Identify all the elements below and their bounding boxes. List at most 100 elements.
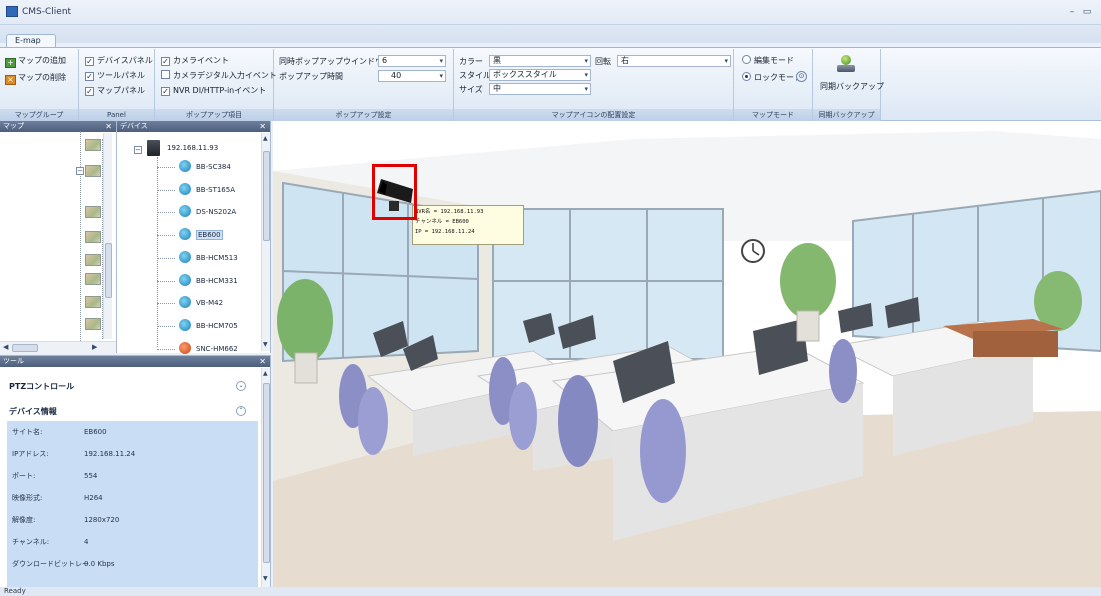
rotate-label: 回転 <box>595 57 611 66</box>
restore-icon[interactable]: ▭ <box>1081 7 1093 17</box>
icon-placement-label: マップアイコンの配置設定 <box>454 109 733 121</box>
checkbox-checked-icon: ✓ <box>161 57 170 66</box>
title-bar: CMS-Client – ▭ <box>0 0 1101 25</box>
map-panel-checkbox[interactable]: ✓ マップパネル <box>85 84 145 97</box>
ribbon: + マップの追加 × マップの削除 マップグループ ✓ デバイスパネル ✓ ツールパネル… <box>0 47 1101 121</box>
map-thumbnail[interactable] <box>85 139 101 151</box>
camera-icon <box>179 273 191 286</box>
device-tree-item[interactable]: BB-HCM331 <box>157 273 238 289</box>
device-info-row: 解像度: 1280x720 <box>7 509 258 531</box>
nvr-ip-label[interactable]: 192.168.11.93 <box>167 140 218 156</box>
nvr-event-checkbox[interactable]: ✓ NVR DI/HTTP-inイベント <box>161 84 266 97</box>
info-key: サイト名: <box>12 428 43 436</box>
map-thumbnail[interactable] <box>85 318 101 330</box>
device-tree-item[interactable]: VB-M42 <box>157 295 223 311</box>
device-tree-item[interactable]: EB600 <box>157 227 223 243</box>
scroll-left-icon[interactable]: ◀ <box>3 343 8 351</box>
sync-backup-button[interactable]: 同期バックアップ <box>820 80 884 93</box>
scroll-up-icon[interactable]: ▲ <box>263 135 268 142</box>
info-key: 映像形式: <box>12 494 43 502</box>
device-info-row: 映像形式: H264 <box>7 487 258 509</box>
close-icon[interactable]: ✕ <box>105 121 112 132</box>
camera-icon <box>179 160 191 172</box>
app-window: CMS-Client – ▭ E-map + マップの追加 × マップの削除 マップ… <box>0 0 1101 596</box>
camera-event-checkbox[interactable]: ✓ カメライベント <box>161 54 229 67</box>
camera-digital-input-checkbox[interactable]: カメラデジタル入力イベント <box>161 69 277 82</box>
sync-backup-icon[interactable] <box>836 55 856 73</box>
camera-icon <box>179 228 191 241</box>
device-tree-item[interactable]: BB-HCM513 <box>157 250 238 266</box>
device-panel-checkbox[interactable]: ✓ デバイスパネル <box>85 54 153 67</box>
popup-settings-group: 同時ポップアップウインドウ数 6 ▾ ポップアップ時間 40 ▾ ポップアップ設定 <box>274 49 454 121</box>
map-thumbnail[interactable] <box>85 206 101 218</box>
scroll-thumb[interactable] <box>12 344 38 352</box>
popup-time-select[interactable]: 40 ▾ <box>378 70 446 82</box>
scroll-thumb[interactable] <box>105 243 112 298</box>
info-key: 解像度: <box>12 516 36 524</box>
lock-mode-settings-icon[interactable]: ⊙ <box>796 71 807 82</box>
map-thumbnail[interactable] <box>85 273 101 285</box>
style-label: スタイル <box>459 71 491 80</box>
scroll-up-icon[interactable]: ▲ <box>263 370 268 377</box>
minimize-icon[interactable]: – <box>1066 7 1078 17</box>
size-select[interactable]: 中 ▾ <box>489 83 591 95</box>
camera-icon <box>179 250 191 263</box>
map-thumbnail[interactable] <box>85 254 101 266</box>
chevron-down-double-icon[interactable]: ⌄ <box>236 381 246 391</box>
chevron-down-icon: ▾ <box>724 57 728 65</box>
color-select[interactable]: 黒 ▾ <box>489 55 591 67</box>
scroll-down-icon[interactable]: ▼ <box>263 341 268 348</box>
popup-items-label: ポップアップ項目 <box>155 109 273 121</box>
map-panel-hscrollbar[interactable]: ◀ ▶ <box>0 341 116 353</box>
panel-group: ✓ デバイスパネル ✓ ツールパネル ✓ マップパネル Panel <box>79 49 155 121</box>
map-panel-scrollbar[interactable] <box>103 133 112 339</box>
color-label: カラー <box>459 57 483 66</box>
info-key: IPアドレス: <box>12 450 49 458</box>
add-map-button[interactable]: + マップの追加 <box>5 54 66 68</box>
popup-count-select[interactable]: 6 ▾ <box>378 55 446 67</box>
device-tree-item[interactable]: BB-HCM705 <box>157 318 238 334</box>
scroll-thumb[interactable] <box>263 383 270 563</box>
device-label: BB-HCM513 <box>196 253 238 262</box>
ribbon-tabstrip <box>0 25 1101 43</box>
chevron-down-icon: ▾ <box>439 57 443 65</box>
ptz-control-section[interactable]: PTZコントロール ⌄ <box>0 376 262 397</box>
rotate-select[interactable]: 右 ▾ <box>617 55 731 67</box>
scroll-down-icon[interactable]: ▼ <box>263 575 268 582</box>
camera-popup-tooltip: NVR名 = 192.168.11.93 チャンネル = EB600 IP = … <box>412 205 524 245</box>
device-info-row: サイト名: EB600 <box>7 421 258 443</box>
chevron-up-double-icon[interactable]: ⌃ <box>236 406 246 416</box>
icon-placement-group: カラー 黒 ▾ 回転 右 ▾ スタイル ボックススタイル ▾ サイズ 中 ▾ マップアイ… <box>454 49 734 121</box>
delete-map-button[interactable]: × マップの削除 <box>5 71 66 85</box>
tree-expander[interactable]: − <box>134 146 142 154</box>
device-tree-item[interactable]: BB-SC384 <box>157 159 231 175</box>
size-label: サイズ <box>459 85 483 94</box>
map-group: + マップの追加 × マップの削除 マップグループ <box>0 49 79 121</box>
sync-backup-group: 同期バックアップ 同期バックアップ <box>813 49 884 121</box>
map-thumbnail[interactable] <box>85 231 101 243</box>
map-thumbnail[interactable] <box>85 165 101 177</box>
tool-panel-scrollbar[interactable]: ▲ ▼ <box>261 368 270 587</box>
tree-expander[interactable]: − <box>76 167 84 175</box>
close-icon[interactable]: ✕ <box>259 121 266 132</box>
style-select[interactable]: ボックススタイル ▾ <box>489 69 591 81</box>
map-thumbnail[interactable] <box>85 296 101 308</box>
map-mode-label: マップモード <box>734 109 812 121</box>
scroll-thumb[interactable] <box>263 151 270 241</box>
lock-mode-radio[interactable]: ロックモード <box>742 71 802 84</box>
chevron-down-icon: ▾ <box>584 71 588 79</box>
tab-emap[interactable]: E-map <box>6 34 56 48</box>
tool-panel-checkbox[interactable]: ✓ ツールパネル <box>85 69 145 82</box>
scroll-right-icon[interactable]: ▶ <box>92 343 97 351</box>
info-value: 192.168.11.24 <box>84 450 136 458</box>
device-tree-item[interactable]: BB-ST165A <box>157 182 235 198</box>
device-tree-item[interactable]: DS-NS202A <box>157 204 236 220</box>
edit-mode-radio[interactable]: 編集モード <box>742 54 794 67</box>
info-value: 4 <box>84 538 89 546</box>
device-info-section[interactable]: デバイス情報 ⌃ <box>0 401 262 422</box>
camera-icon <box>179 341 191 354</box>
nvr-icon <box>147 140 160 156</box>
device-label: BB-HCM705 <box>196 321 238 330</box>
close-icon[interactable]: ✕ <box>259 356 266 367</box>
device-panel-scrollbar[interactable]: ▲ ▼ <box>261 133 270 351</box>
